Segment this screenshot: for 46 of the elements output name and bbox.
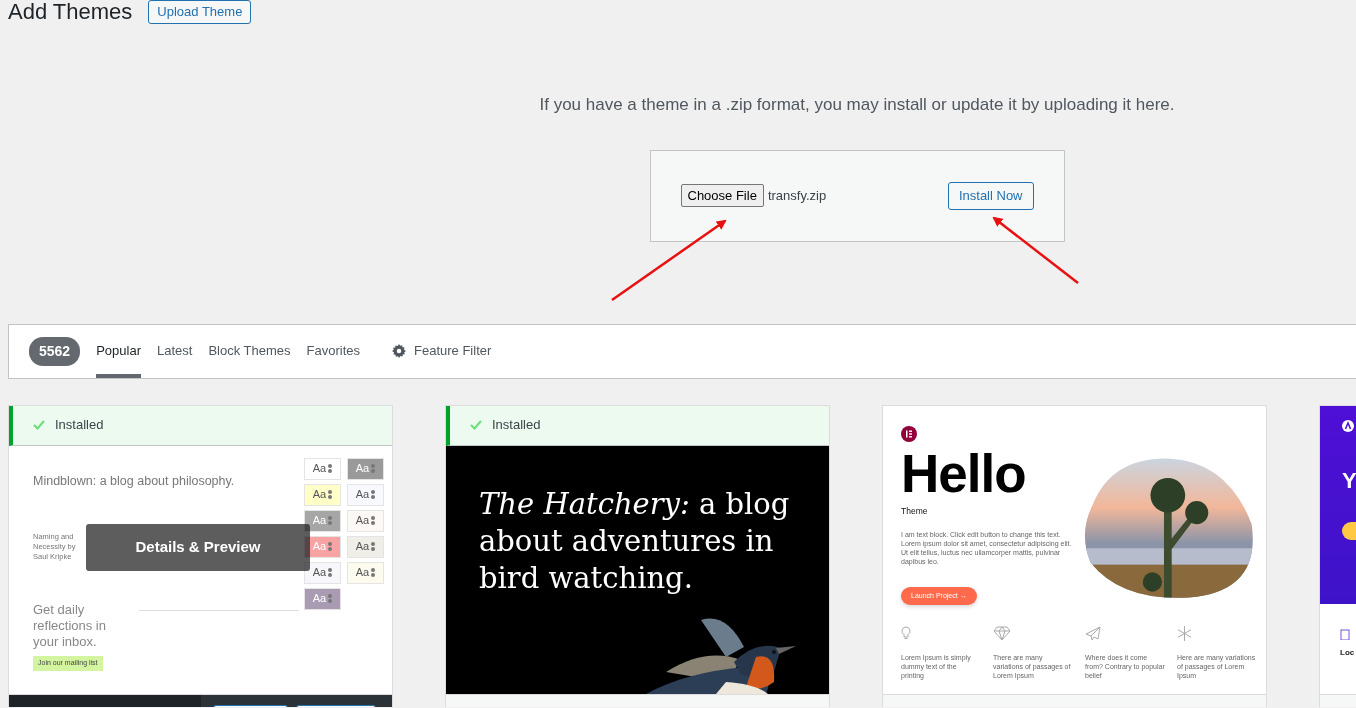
preview-headline: Y (1342, 466, 1356, 495)
upload-theme-button[interactable]: Upload Theme (148, 0, 252, 24)
feature-filter-label: Feature Filter (414, 342, 492, 361)
choose-file-button[interactable]: Choose File (680, 183, 764, 208)
style-swatch: Aa (347, 535, 384, 558)
settings-icon (392, 344, 406, 358)
theme-card[interactable]: Y Loc (1319, 404, 1356, 707)
upload-description: If you have a theme in a .zip format, you may install or update it by uploading it here. (539, 94, 1175, 116)
file-name: transfy.zip (767, 186, 827, 205)
filter-tab[interactable]: Popular (96, 324, 141, 378)
style-swatch: Aa (347, 457, 384, 480)
preview-subtitle: Theme (901, 505, 929, 518)
style-swatch: Aa (304, 483, 341, 506)
install-now-button[interactable]: Install Now (947, 181, 1034, 210)
style-swatch: Aa (347, 483, 384, 506)
preview-heading: Mindblown: a blog about philosophy. (33, 472, 236, 490)
installed-label: Installed (492, 416, 541, 435)
style-swatch: Aa (304, 457, 341, 480)
feature-title: Loc (1340, 647, 1356, 659)
style-swatch: Aa (347, 561, 384, 584)
style-swatch: Aa (347, 509, 384, 532)
theme-count: 5562 (29, 336, 81, 366)
logo-icon (1342, 420, 1354, 433)
filter-tab[interactable]: Favorites (306, 324, 360, 378)
lightbulb-icon (901, 626, 911, 642)
details-preview-overlay[interactable]: Details & Preview (86, 523, 310, 571)
preview-headline: The Hatchery: a blog about adventures in bird watching. (479, 485, 791, 597)
style-swatch: Aa (304, 509, 341, 532)
theme-card[interactable] (882, 404, 1267, 707)
subscribe-heading: Get daily reflections in your inbox. (33, 602, 107, 651)
paper-plane-icon (1085, 626, 1101, 642)
checkmark-icon (33, 420, 45, 430)
style-swatch: Aa (304, 561, 341, 584)
filter-tab[interactable]: Block Themes (208, 324, 291, 378)
diamond-icon (993, 626, 1011, 642)
checkmark-icon (470, 420, 482, 430)
style-swatch: Aa (304, 587, 341, 610)
logo-icon (901, 426, 917, 443)
building-icon (1340, 628, 1350, 640)
page-title: Add Themes (8, 0, 133, 24)
filter-tab[interactable]: Latest (156, 324, 193, 378)
installed-label: Installed (55, 416, 104, 435)
preview-headline: Hello (901, 449, 1027, 499)
snowflake-icon (1177, 626, 1192, 642)
feature-filter-link[interactable]: Feature Filter (392, 324, 492, 378)
theme-card[interactable]: Installed The Hatchery: a blog about adventures in bird watching. (445, 404, 830, 707)
